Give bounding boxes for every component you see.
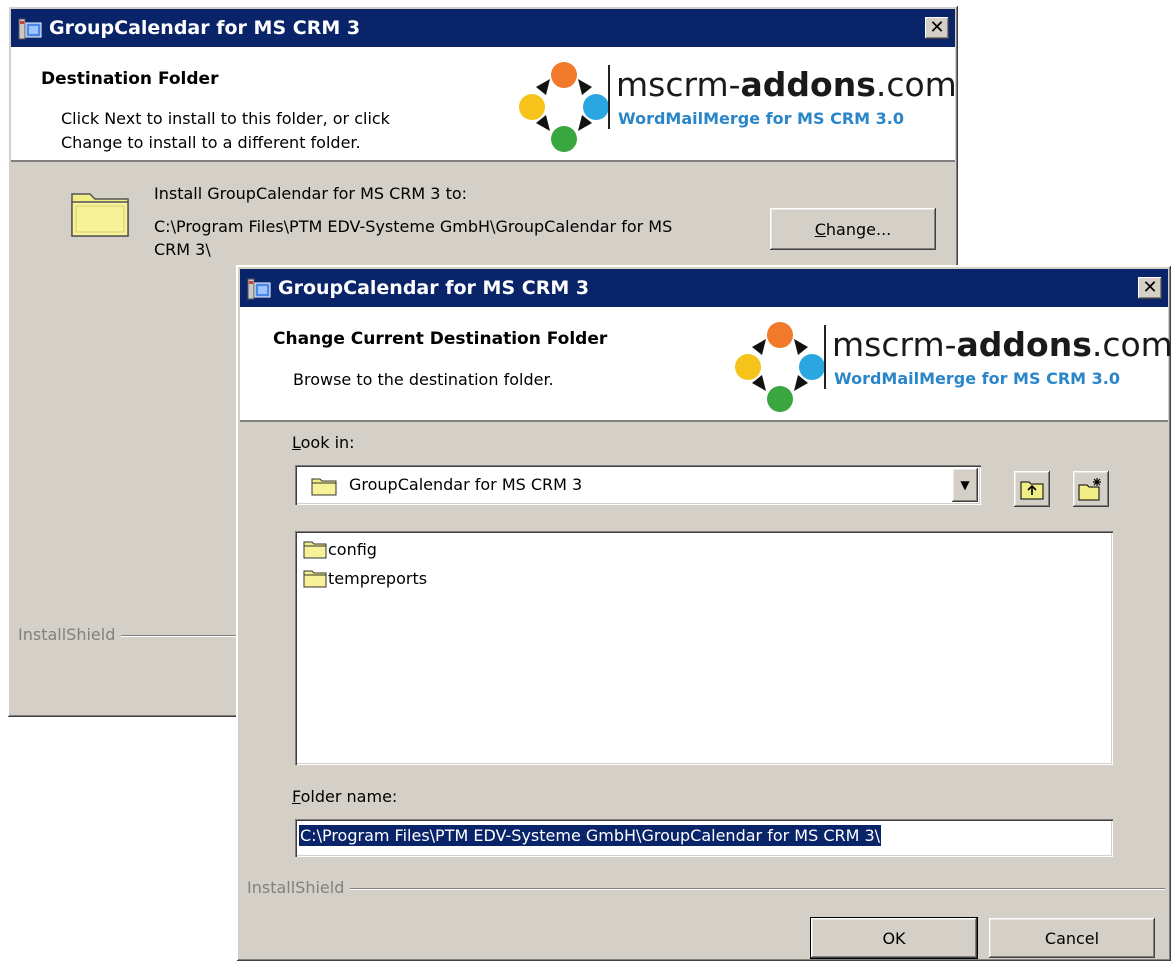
ok-button[interactable]: OK <box>810 917 978 959</box>
window-title: GroupCalendar for MS CRM 3 <box>49 17 361 39</box>
installer-app-icon <box>18 18 42 40</box>
folder-up-icon <box>1020 481 1044 500</box>
logo-separator <box>824 325 826 389</box>
up-one-level-button[interactable] <box>1014 471 1050 507</box>
header-banner: Destination Folder Click Next to install… <box>11 47 957 162</box>
folder-icon <box>311 478 337 496</box>
logo-wordmark: mscrm-addons.com <box>832 325 1173 364</box>
create-new-folder-button[interactable] <box>1073 471 1109 507</box>
look-in-value: GroupCalendar for MS CRM 3 <box>349 475 583 494</box>
folder-name: tempreports <box>328 568 428 588</box>
installer-app-icon <box>247 278 271 300</box>
close-button[interactable]: ✕ <box>1138 277 1162 299</box>
look-in-dropdown[interactable]: GroupCalendar for MS CRM 3 ▼ <box>295 465 981 505</box>
close-button[interactable]: ✕ <box>925 17 949 39</box>
folder-name-label: Folder name: <box>292 787 398 806</box>
logo-wordmark: mscrm-addons.com <box>616 65 957 104</box>
title-bar[interactable]: GroupCalendar for MS CRM 3 ✕ <box>11 9 955 47</box>
installshield-label: InstallShield <box>247 878 351 897</box>
logo-separator <box>608 65 610 129</box>
folder-name-value: C:\Program Files\PTM EDV-Systeme GmbH\Gr… <box>299 825 882 846</box>
mscrm-addons-logo: mscrm-addons.com WordMailMerge for MS CR… <box>732 317 1173 417</box>
folder-icon <box>71 193 129 237</box>
header-title: Destination Folder <box>41 69 219 89</box>
header-subtitle-line2: Change to install to a different folder. <box>61 133 361 152</box>
installshield-label: InstallShield <box>18 625 122 644</box>
dropdown-arrow-button[interactable]: ▼ <box>952 468 978 502</box>
install-path-line2: CRM 3\ <box>154 240 211 259</box>
header-subtitle: Browse to the destination folder. <box>293 370 554 389</box>
folder-name-input[interactable]: C:\Program Files\PTM EDV-Systeme GmbH\Gr… <box>295 819 1113 857</box>
installshield-divider <box>247 888 1165 890</box>
mscrm-addons-logo: mscrm-addons.com WordMailMerge for MS CR… <box>516 57 957 157</box>
list-item[interactable]: tempreports <box>303 568 427 588</box>
logo-circles-icon <box>519 62 609 152</box>
folder-icon <box>303 570 327 588</box>
install-to-label: Install GroupCalendar for MS CRM 3 to: <box>154 184 468 203</box>
folder-name: config <box>328 539 377 559</box>
header-banner: Change Current Destination Folder Browse… <box>240 307 1173 422</box>
change-destination-folder-dialog: GroupCalendar for MS CRM 3 ✕ Change Curr… <box>236 265 1173 962</box>
title-bar[interactable]: GroupCalendar for MS CRM 3 ✕ <box>240 269 1168 307</box>
cancel-button[interactable]: Cancel <box>989 918 1155 958</box>
logo-tagline: WordMailMerge for MS CRM 3.0 <box>618 109 904 128</box>
header-subtitle-line1: Click Next to install to this folder, or… <box>61 109 390 128</box>
logo-circles-icon <box>735 322 825 412</box>
close-icon: ✕ <box>929 17 945 38</box>
change-button[interactable]: Change... <box>770 208 936 250</box>
list-item[interactable]: config <box>303 539 377 559</box>
new-folder-icon <box>1078 478 1101 501</box>
window-title: GroupCalendar for MS CRM 3 <box>278 277 590 299</box>
chevron-down-icon: ▼ <box>960 478 970 492</box>
folder-list[interactable]: config tempreports <box>295 531 1113 765</box>
install-path-line1: C:\Program Files\PTM EDV-Systeme GmbH\Gr… <box>154 217 673 236</box>
close-icon: ✕ <box>1142 277 1158 298</box>
look-in-label: Look in: <box>292 433 355 452</box>
logo-tagline: WordMailMerge for MS CRM 3.0 <box>834 369 1120 388</box>
folder-icon <box>303 541 327 559</box>
header-title: Change Current Destination Folder <box>273 329 608 349</box>
